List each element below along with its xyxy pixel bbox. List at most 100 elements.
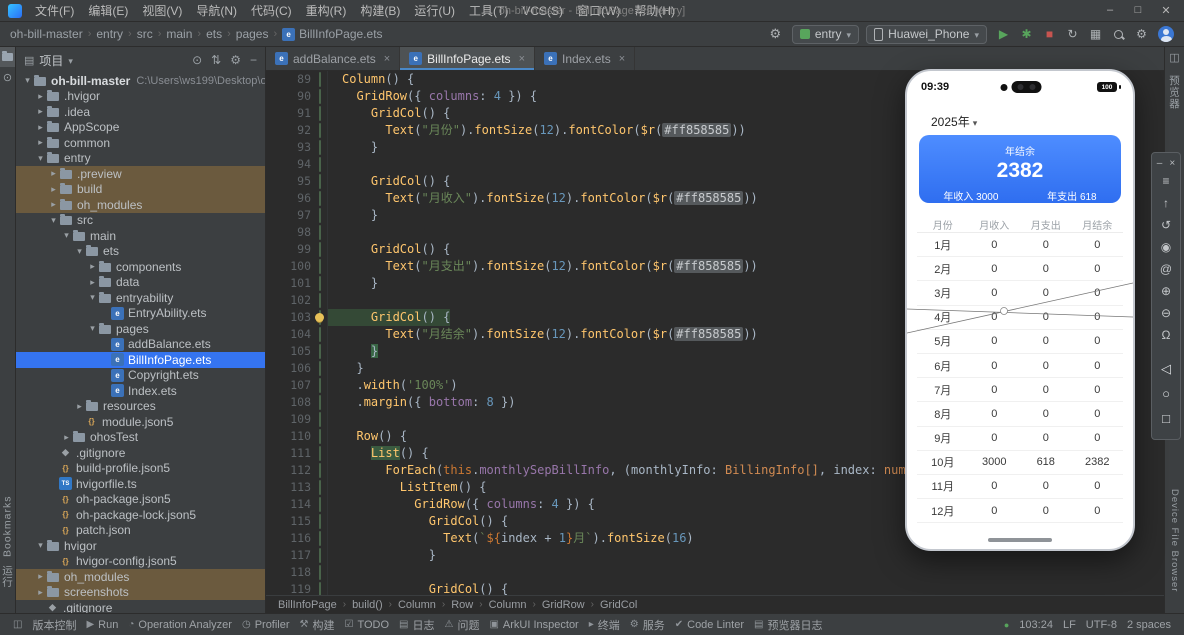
editor-breadcrumb-item[interactable]: Column (489, 599, 527, 611)
breadcrumb-item[interactable]: e BillInfoPage.ets (282, 27, 383, 41)
tree-chevron-icon[interactable]: ▸ (48, 199, 59, 210)
expand-collapse-icon[interactable]: ⇅ (211, 53, 221, 67)
tree-chevron-icon[interactable]: ▸ (48, 184, 59, 195)
status-item-line-separator[interactable]: LF (1058, 614, 1081, 635)
menu-item[interactable]: 视图(V) (135, 0, 189, 22)
tree-chevron-icon[interactable]: ▸ (35, 571, 46, 582)
editor-breadcrumb-item[interactable]: build() (352, 599, 383, 611)
search-icon[interactable] (1109, 25, 1128, 44)
record-icon[interactable]: ◉ (1152, 236, 1180, 258)
menu-item[interactable]: 导航(N) (189, 0, 244, 22)
chevron-down-icon[interactable] (68, 53, 73, 67)
tree-item[interactable]: ▸ oh_modules (16, 569, 265, 585)
commit-tool-icon[interactable]: ⊙ (0, 67, 15, 87)
tree-item[interactable]: ▸ screenshots (16, 584, 265, 600)
locate-icon[interactable]: ⊙ (192, 53, 202, 67)
tab-addBalance.ets[interactable]: e addBalance.ets × (266, 47, 401, 70)
tree-item[interactable]: ▾ ets (16, 244, 265, 260)
editor-breadcrumb-item[interactable]: Column (398, 599, 436, 611)
breadcrumb-item[interactable]: main (166, 27, 192, 41)
status-item-code-linter[interactable]: ✔ Code Linter (670, 614, 749, 635)
upload-icon[interactable]: ↑ (1152, 192, 1180, 214)
run-tool-label[interactable]: 运行 (0, 565, 15, 605)
tree-item[interactable]: e BillInfoPage.ets (16, 352, 265, 368)
recents-icon[interactable]: □ (1152, 406, 1180, 431)
code-line[interactable]: 119 GridCol() { (266, 581, 1164, 595)
editor-breadcrumb-item[interactable]: GridCol (600, 599, 637, 611)
table-row[interactable]: 6月 0 0 0 (917, 354, 1123, 379)
tree-item[interactable]: ▸ resources (16, 399, 265, 415)
bell-icon[interactable]: Ω (1152, 324, 1180, 346)
table-row[interactable]: 4月 0 0 0 (917, 306, 1123, 330)
close-icon[interactable]: × (619, 53, 625, 65)
tree-item[interactable]: TS hvigorfile.ts (16, 476, 265, 492)
status-item-profiler[interactable]: ◷ Profiler (237, 614, 295, 635)
breadcrumb-item[interactable]: entry (96, 27, 123, 41)
tree-item[interactable]: ▸ ohosTest (16, 430, 265, 446)
maximize-icon[interactable]: □ (1124, 4, 1152, 17)
breadcrumb-item[interactable]: pages (236, 27, 269, 41)
status-item-terminal[interactable]: ▸ 终端 (584, 614, 625, 635)
device-file-browser-tool-label[interactable]: Device File Browser (1165, 489, 1184, 599)
table-row[interactable]: 11月 0 0 0 (917, 475, 1123, 500)
tree-item[interactable]: ▸ common (16, 135, 265, 151)
previewer-phone[interactable]: 09:39 100 2025年 年结余 2382 年收入 3000 年支出 (905, 69, 1135, 551)
tree-chevron-icon[interactable]: ▸ (48, 168, 59, 179)
more-grid-icon[interactable]: ▦ (1086, 25, 1105, 44)
tree-item[interactable]: ▸ .idea (16, 104, 265, 120)
tree-chevron-icon[interactable]: ▾ (87, 323, 98, 334)
debug-icon[interactable]: ✱ (1017, 25, 1036, 44)
editor-breadcrumb-item[interactable]: Row (451, 599, 473, 611)
tree-item[interactable]: {} oh-package-lock.json5 (16, 507, 265, 523)
close-icon[interactable]: × (519, 53, 525, 65)
tree-item[interactable]: ▾ entryability (16, 290, 265, 306)
tree-item[interactable]: ▸ .hvigor (16, 89, 265, 105)
tree-item[interactable]: ▸ build (16, 181, 265, 197)
close-icon[interactable]: ✕ (1152, 4, 1180, 17)
rotate-icon[interactable]: ↺ (1152, 214, 1180, 236)
menu-item[interactable]: 运行(U) (407, 0, 462, 22)
tree-item[interactable]: {} oh-package.json5 (16, 492, 265, 508)
status-item-layout-widget[interactable]: ◫ (8, 614, 27, 635)
tree-chevron-icon[interactable]: ▾ (48, 215, 59, 226)
settings-icon[interactable]: ⚙ (1132, 25, 1151, 44)
previewer-tool-label[interactable]: 预览器 (1165, 75, 1184, 145)
tree-chevron-icon[interactable]: ▸ (74, 401, 85, 412)
tree-chevron-icon[interactable]: ▾ (87, 292, 98, 303)
device-select[interactable]: Huawei_Phone (866, 24, 987, 44)
tree-item[interactable]: e addBalance.ets (16, 337, 265, 353)
status-item-version-control[interactable]: 版本控制 (27, 614, 81, 635)
tree-item[interactable]: {} patch.json (16, 523, 265, 539)
back-icon[interactable]: ◁ (1152, 356, 1180, 381)
tree-item[interactable]: {} build-profile.json5 (16, 461, 265, 477)
code-line[interactable]: 118 (266, 564, 1164, 581)
menu-icon[interactable]: ≡ (1152, 170, 1180, 192)
tab-Index.ets[interactable]: e Index.ets × (535, 47, 636, 70)
status-item-caret-position[interactable]: 103:24 (1014, 614, 1058, 635)
tree-item[interactable]: {} hvigor-config.json5 (16, 554, 265, 570)
tree-chevron-icon[interactable]: ▸ (61, 432, 72, 443)
status-item-run[interactable]: ▶ Run (81, 614, 123, 635)
notifications-icon[interactable]: ◫ (1165, 47, 1184, 67)
breadcrumb-item[interactable]: src (137, 27, 153, 41)
tree-item[interactable]: ▾ src (16, 213, 265, 229)
tree-item[interactable]: {} module.json5 (16, 414, 265, 430)
status-item-previewer-log[interactable]: ▤ 预览器日志 (749, 614, 827, 635)
volume-down-icon[interactable]: ⊖ (1152, 302, 1180, 324)
tree-chevron-icon[interactable]: ▸ (35, 106, 46, 117)
table-row[interactable]: 7月 0 0 0 (917, 378, 1123, 403)
menu-item[interactable]: 编辑(E) (81, 0, 135, 22)
close-icon[interactable]: × (384, 53, 390, 65)
editor-breadcrumb-item[interactable]: BillInfoPage (278, 599, 337, 611)
table-row[interactable]: 2月 0 0 0 (917, 257, 1123, 282)
menu-item[interactable]: 代码(C) (244, 0, 299, 22)
tree-chevron-icon[interactable]: ▾ (35, 540, 46, 551)
table-row[interactable]: 3月 0 0 0 (917, 281, 1123, 306)
project-panel-title[interactable]: 项目 (39, 52, 63, 69)
minimize-icon[interactable]: – (1157, 158, 1163, 169)
close-icon[interactable]: × (1169, 158, 1175, 169)
editor-breadcrumb-item[interactable]: GridRow (542, 599, 585, 611)
gear-icon[interactable]: ⚙ (766, 25, 785, 44)
menu-item[interactable]: 构建(B) (353, 0, 407, 22)
tree-chevron-icon[interactable]: ▸ (87, 277, 98, 288)
